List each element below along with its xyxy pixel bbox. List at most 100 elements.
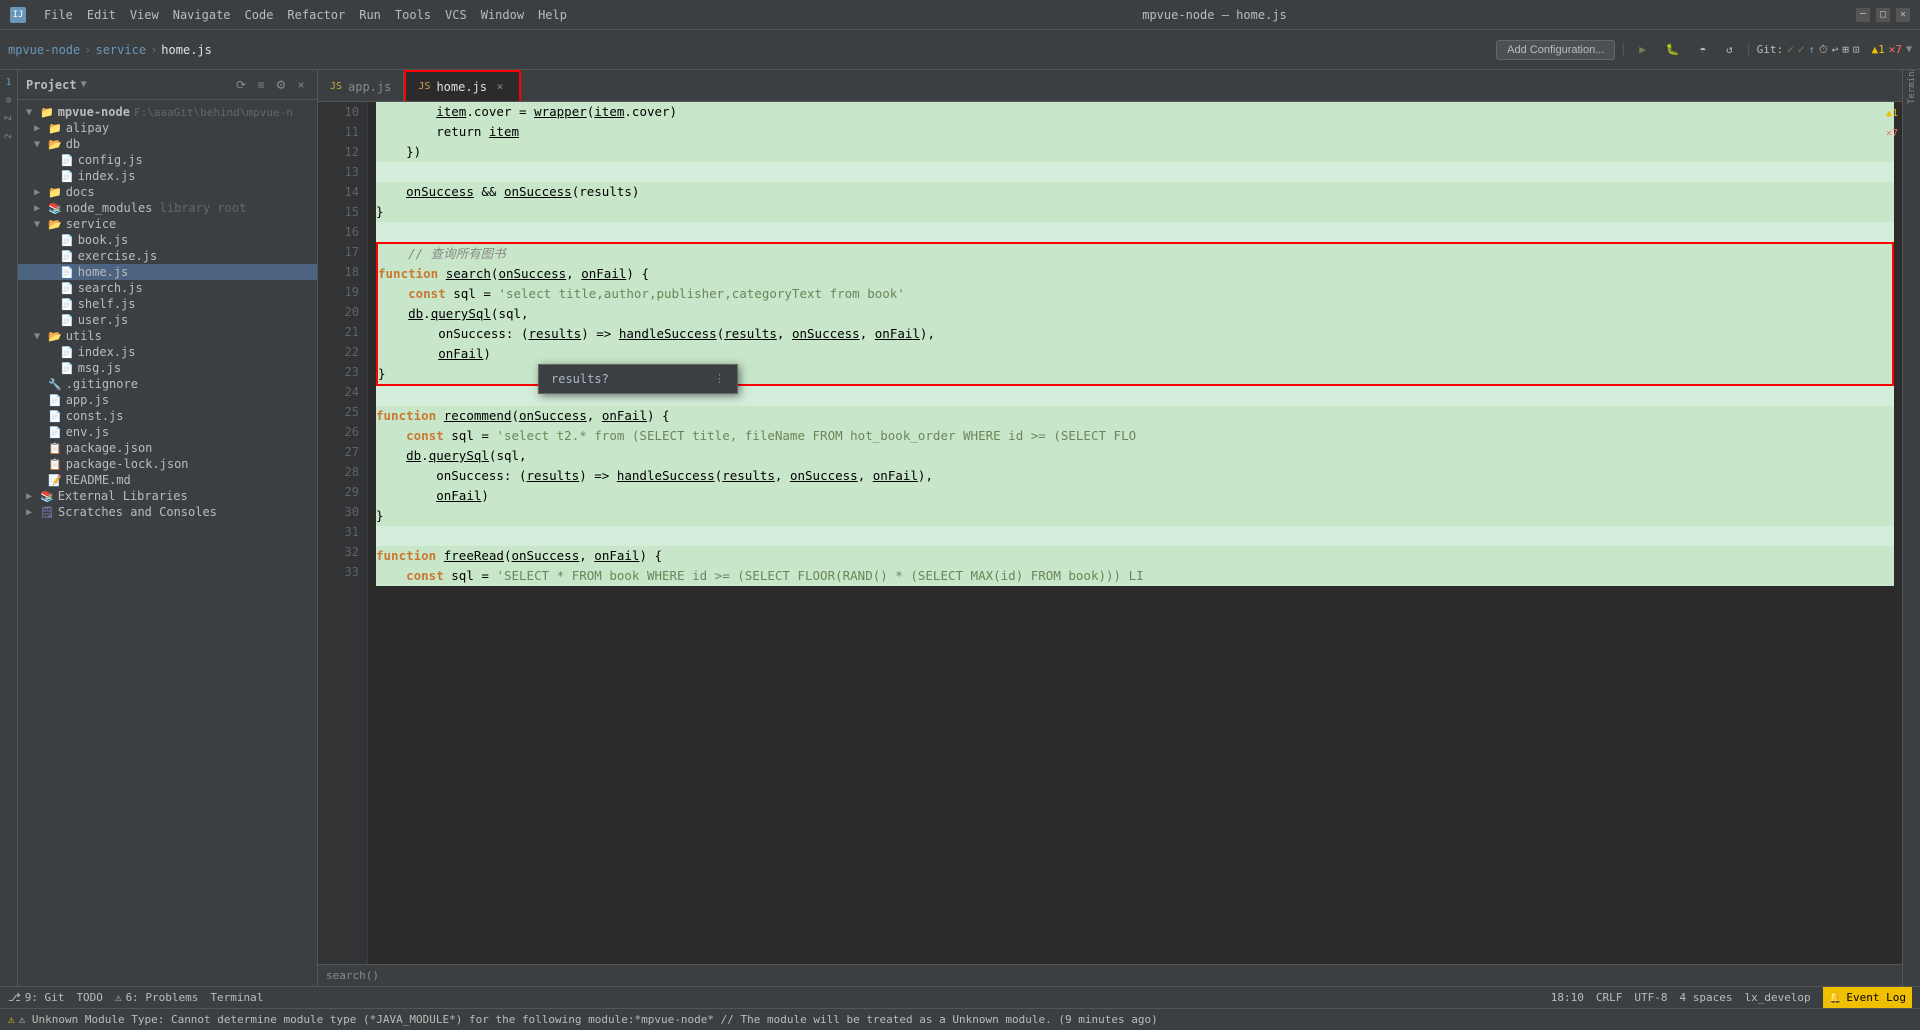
js-file-icon: 📄	[48, 394, 62, 407]
breadcrumb-file[interactable]: home.js	[161, 43, 212, 57]
tree-item-exercise-js[interactable]: 📄 exercise.js	[18, 248, 317, 264]
code-line-26: const sql = 'select t2.* from (SELECT ti…	[376, 426, 1894, 446]
tree-item-gitignore[interactable]: 🔧 .gitignore	[18, 376, 317, 392]
tree-item-config-js[interactable]: 📄 config.js	[18, 152, 317, 168]
hide-panel-button[interactable]: ×	[293, 77, 309, 93]
git-area: Git: ✓ ✓ ↑ ⏱ ↩ ⊞ ⊡	[1757, 43, 1860, 57]
tab-app-js[interactable]: JS app.js	[318, 70, 404, 101]
chevron-down-icon[interactable]: ▼	[81, 79, 87, 90]
tree-item-env-js[interactable]: 📄 env.js	[18, 424, 317, 440]
tree-item-alipay[interactable]: ▶ 📁 alipay	[18, 120, 317, 136]
tree-item-node-modules[interactable]: ▶ 📚 node_modules library root	[18, 200, 317, 216]
event-log-warning[interactable]: 🔔 Event Log	[1823, 987, 1912, 1009]
sync-button[interactable]: ⟳	[233, 77, 249, 93]
gutter-error-indicator[interactable]: ✕7	[1886, 124, 1898, 144]
structure-icon[interactable]: Z	[1, 110, 17, 126]
notification-bar: ⚠ ⚠ Unknown Module Type: Cannot determin…	[0, 1008, 1920, 1030]
close-tab-icon[interactable]: ×	[493, 80, 507, 94]
gutter-warning-indicator[interactable]: ▲1	[1886, 104, 1898, 124]
library-icon: 📚	[40, 490, 54, 503]
terminal-icon[interactable]: Terminal	[1904, 74, 1920, 90]
branch-indicator[interactable]: lx_develop	[1744, 991, 1810, 1004]
tree-item-service[interactable]: ▼ 📂 service	[18, 216, 317, 232]
tree-item-scratches[interactable]: ▶ 🗒 Scratches and Consoles	[18, 504, 317, 520]
minimize-button[interactable]: ─	[1856, 8, 1870, 22]
tree-item-root[interactable]: ▼ 📁 mpvue-node F:\aaaGit\behind\mpvue-n	[18, 104, 317, 120]
menu-code[interactable]: Code	[239, 6, 280, 24]
git-clock[interactable]: ⏱	[1819, 43, 1828, 57]
project-panel-icon[interactable]: 1	[1, 74, 17, 90]
right-gutter: ▲1 ✕7	[1882, 102, 1902, 964]
tree-item-const-js[interactable]: 📄 const.js	[18, 408, 317, 424]
git-undo[interactable]: ↩	[1832, 43, 1839, 56]
tree-item-readme[interactable]: 📝 README.md	[18, 472, 317, 488]
menu-file[interactable]: File	[38, 6, 79, 24]
tree-item-utils[interactable]: ▼ 📂 utils	[18, 328, 317, 344]
git-expand[interactable]: ⊞	[1842, 43, 1849, 56]
tree-item-db[interactable]: ▼ 📂 db	[18, 136, 317, 152]
warning-bell-icon: 🔔	[1829, 991, 1843, 1004]
git-frame[interactable]: ⊡	[1853, 43, 1860, 56]
arrow-down-icon: ▼	[26, 107, 36, 118]
todo-status[interactable]: TODO	[76, 991, 103, 1004]
tree-item-user-js[interactable]: 📄 user.js	[18, 312, 317, 328]
tree-item-home-js[interactable]: 📄 home.js	[18, 264, 317, 280]
menu-tools[interactable]: Tools	[389, 6, 437, 24]
tree-item-shelf-js[interactable]: 📄 shelf.js	[18, 296, 317, 312]
maximize-button[interactable]: □	[1876, 8, 1890, 22]
run-icon[interactable]: ▶	[1631, 40, 1654, 59]
tree-item-utils-index-js[interactable]: 📄 index.js	[18, 344, 317, 360]
breadcrumb-root[interactable]: mpvue-node	[8, 43, 80, 57]
menu-navigate[interactable]: Navigate	[167, 6, 237, 24]
tree-item-app-js[interactable]: 📄 app.js	[18, 392, 317, 408]
collapse-button[interactable]: ≡	[253, 77, 269, 93]
toolbar-sep2: |	[1745, 42, 1753, 57]
autocomplete-popup[interactable]: results? ⋮	[538, 364, 738, 394]
folder-icon: 📁	[48, 122, 62, 135]
tree-item-external-libraries[interactable]: ▶ 📚 External Libraries	[18, 488, 317, 504]
menu-help[interactable]: Help	[532, 6, 573, 24]
tree-item-db-index-js[interactable]: 📄 index.js	[18, 168, 317, 184]
indent-indicator[interactable]: 4 spaces	[1679, 991, 1732, 1004]
menu-view[interactable]: View	[124, 6, 165, 24]
menu-refactor[interactable]: Refactor	[281, 6, 351, 24]
autocomplete-more-icon[interactable]: ⋮	[714, 369, 725, 389]
terminal-status[interactable]: Terminal	[210, 991, 263, 1004]
tree-item-package-lock-json[interactable]: 📋 package-lock.json	[18, 456, 317, 472]
commit-icon[interactable]: ⊙	[1, 92, 17, 108]
tree-item-search-js[interactable]: 📄 search.js	[18, 280, 317, 296]
panel-actions: ⟳ ≡ ⚙ ×	[233, 77, 309, 93]
git-check2[interactable]: ✓	[1798, 43, 1805, 56]
chevron-down-icon[interactable]: ▼	[1906, 44, 1912, 55]
breadcrumb-service[interactable]: service	[95, 43, 146, 57]
tree-item-package-json[interactable]: 📋 package.json	[18, 440, 317, 456]
git-status-icon[interactable]: ⎇ 9: Git	[8, 991, 64, 1004]
rerun-icon[interactable]: ↺	[1718, 40, 1741, 59]
menu-run[interactable]: Run	[353, 6, 387, 24]
menu-window[interactable]: Window	[475, 6, 530, 24]
add-configuration-button[interactable]: Add Configuration...	[1496, 40, 1615, 60]
close-button[interactable]: ✕	[1896, 8, 1910, 22]
problems-status[interactable]: ⚠ 6: Problems	[115, 991, 198, 1004]
favorites-icon[interactable]: 2	[1, 128, 17, 144]
code-content[interactable]: item.cover = wrapper(item.cover) return …	[368, 102, 1902, 964]
coverage-icon[interactable]: ☂	[1692, 40, 1715, 59]
arrow-down-icon: ▼	[34, 139, 44, 150]
git-check1[interactable]: ✓	[1787, 43, 1794, 56]
menu-edit[interactable]: Edit	[81, 6, 122, 24]
notification-text: ⚠ Unknown Module Type: Cannot determine …	[19, 1013, 1158, 1026]
encoding-indicator[interactable]: UTF-8	[1634, 991, 1667, 1004]
git-label: Git:	[1757, 43, 1784, 56]
settings-icon[interactable]: ⚙	[273, 77, 289, 93]
git-arrow-up[interactable]: ↑	[1808, 43, 1815, 56]
line-ending-indicator[interactable]: CRLF	[1596, 991, 1623, 1004]
tree-item-msg-js[interactable]: 📄 msg.js	[18, 360, 317, 376]
tree-item-book-js[interactable]: 📄 book.js	[18, 232, 317, 248]
arrow-right-icon: ▶	[26, 491, 36, 502]
debug-icon[interactable]: 🐛	[1658, 40, 1688, 59]
tab-home-js[interactable]: JS home.js ×	[404, 70, 521, 101]
menu-vcs[interactable]: VCS	[439, 6, 473, 24]
position-indicator[interactable]: 18:10	[1551, 991, 1584, 1004]
tree-item-docs[interactable]: ▶ 📁 docs	[18, 184, 317, 200]
folder-open-icon: 📂	[48, 138, 62, 151]
